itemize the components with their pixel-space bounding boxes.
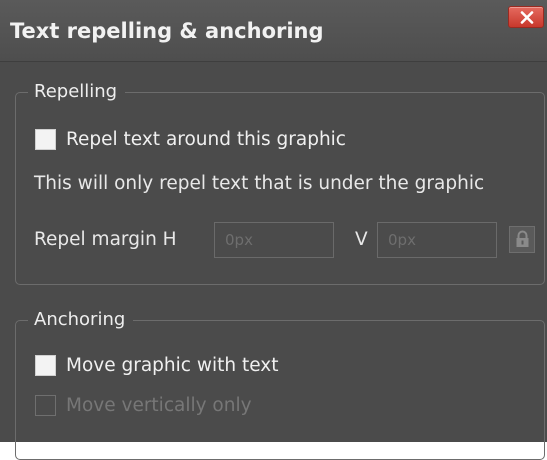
anchoring-group: Anchoring Move graphic with text Move ve… — [15, 307, 545, 460]
dialog-title: Text repelling & anchoring — [10, 19, 324, 43]
repel-margin-h-label: Repel margin H — [34, 229, 177, 250]
repel-margin-v-label: V — [355, 229, 368, 250]
repel-text-option[interactable]: Repel text around this graphic — [35, 129, 346, 150]
repelling-group: Repelling Repel text around this graphic… — [15, 79, 545, 285]
lock-icon — [516, 230, 529, 247]
repelling-legend: Repelling — [28, 79, 126, 105]
lock-margins-button[interactable] — [509, 226, 535, 253]
move-vertically-checkbox[interactable] — [35, 395, 56, 416]
repel-margin-v-placeholder: 0px — [388, 231, 416, 249]
repel-text-checkbox[interactable] — [35, 129, 56, 150]
move-with-text-option[interactable]: Move graphic with text — [35, 355, 278, 376]
move-vertically-label[interactable]: Move vertically only — [66, 395, 252, 416]
repel-margin-h-field[interactable]: 0px — [214, 222, 334, 258]
anchoring-legend: Anchoring — [28, 307, 134, 333]
close-button[interactable] — [508, 6, 544, 28]
dialog-titlebar[interactable]: Text repelling & anchoring — [0, 0, 547, 62]
close-icon — [520, 11, 534, 24]
text-repelling-dialog: Text repelling & anchoring Repelling Rep… — [0, 0, 547, 460]
move-with-text-label[interactable]: Move graphic with text — [66, 355, 278, 376]
repel-margin-h-placeholder: 0px — [225, 231, 253, 249]
move-vertically-option[interactable]: Move vertically only — [35, 395, 252, 416]
repel-info-text: This will only repel text that is under … — [34, 173, 485, 194]
repel-margin-v-field[interactable]: 0px — [377, 222, 497, 258]
repel-text-label[interactable]: Repel text around this graphic — [66, 129, 346, 150]
move-with-text-checkbox[interactable] — [35, 355, 56, 376]
